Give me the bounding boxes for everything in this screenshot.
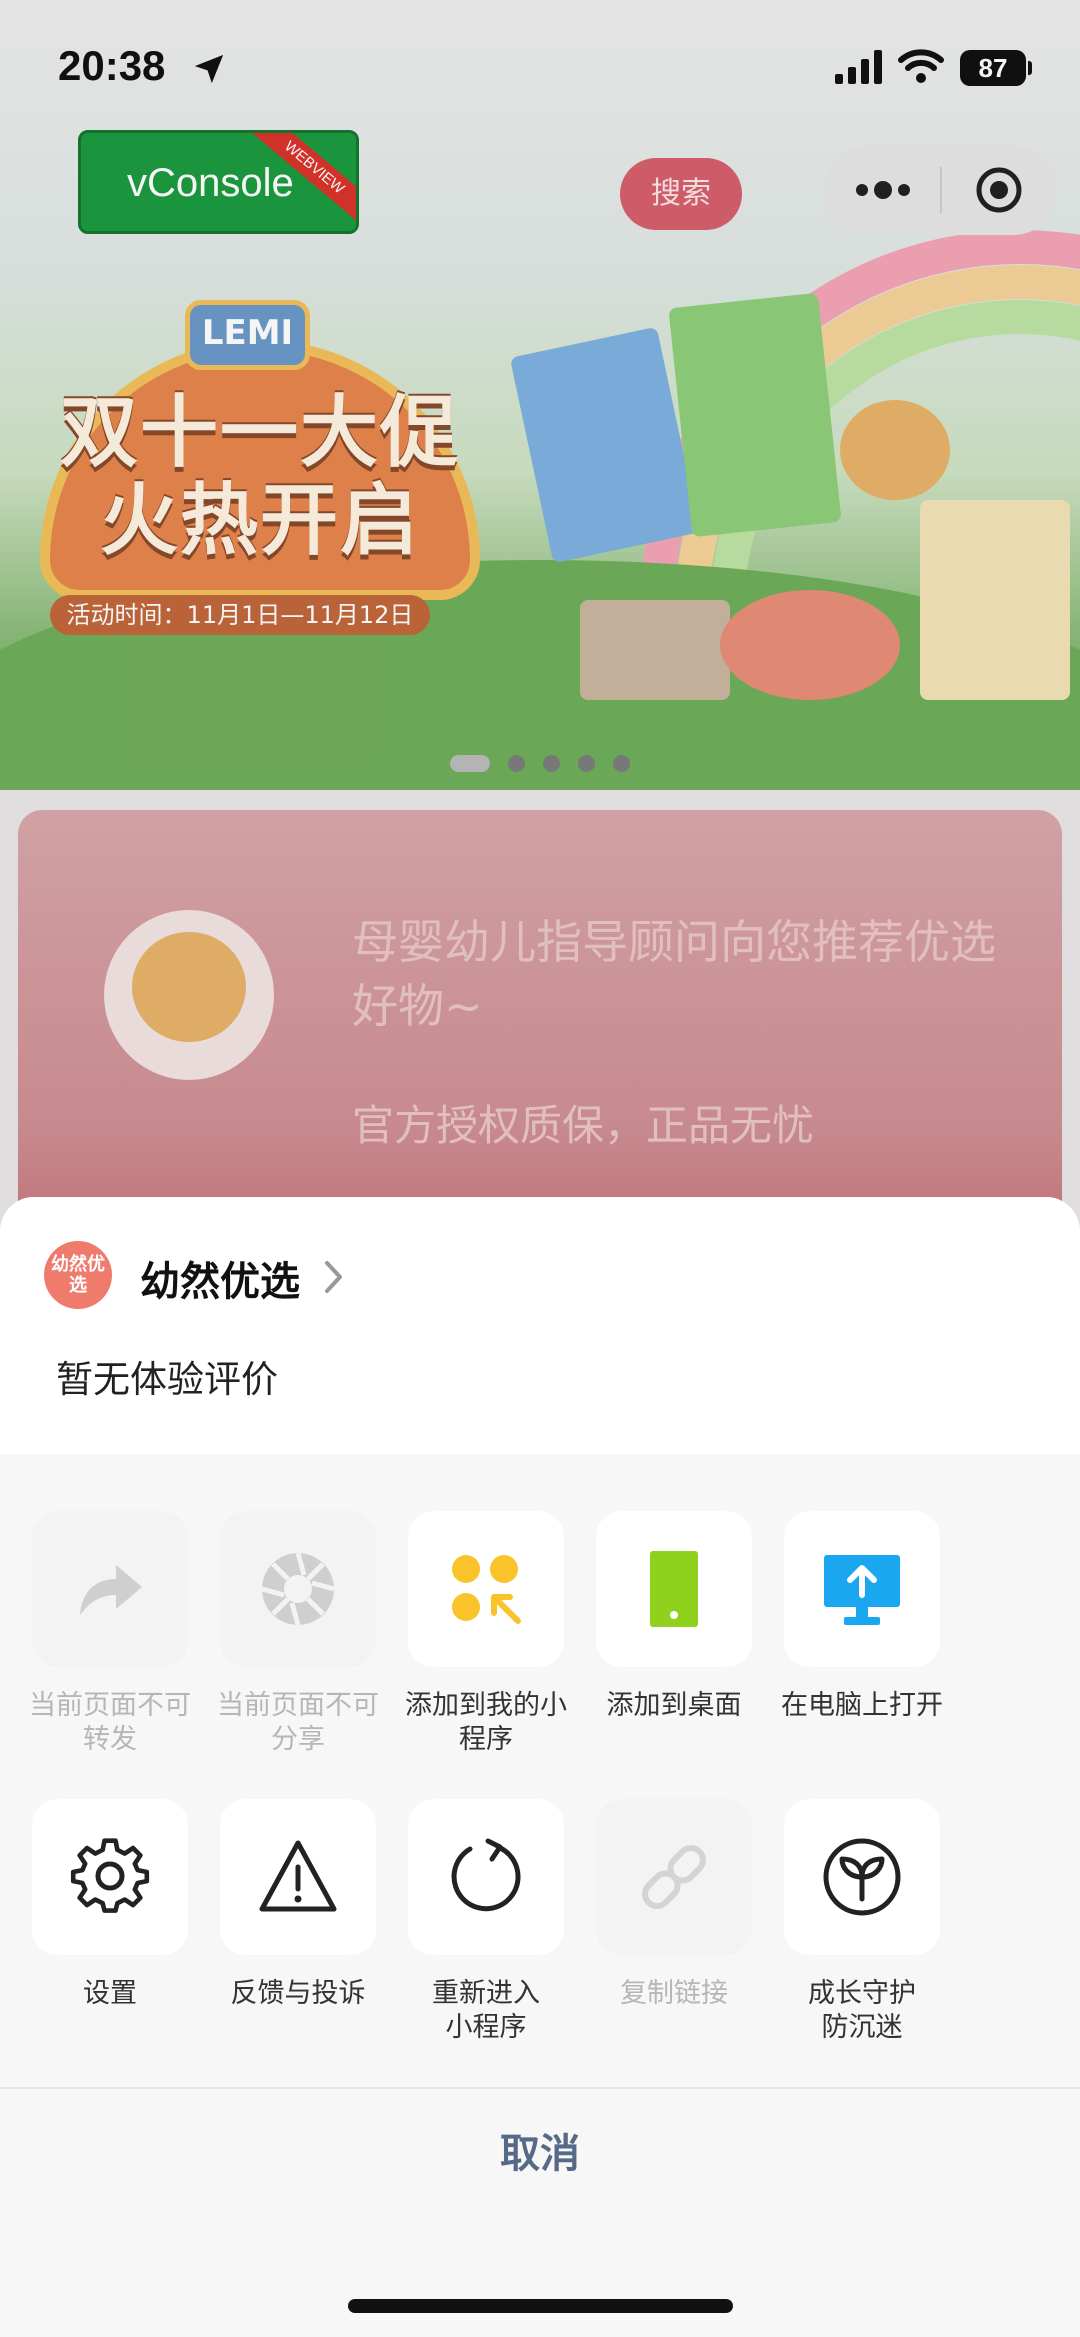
forward-tile[interactable] (32, 1511, 188, 1667)
reload-icon (451, 1838, 521, 1912)
shutter-icon (261, 1552, 335, 1626)
home-indicator[interactable] (348, 2299, 733, 2313)
open-on-pc-tile[interactable] (784, 1511, 940, 1667)
phone-desktop-icon (650, 1551, 698, 1627)
open-on-pc-label: 在电脑上打开 (781, 1690, 943, 1721)
anti-addiction-tile[interactable] (784, 1799, 940, 1955)
warning-icon (259, 1840, 337, 1912)
settings-tile[interactable] (32, 1799, 188, 1955)
monitor-upload-icon (824, 1555, 900, 1625)
mini-program-page: 双十一大促 火热开启 LEMI 活动时间：11月1日—11月12日 母婴幼儿指导… (0, 0, 1080, 1240)
add-mini-program-icon (452, 1555, 521, 1624)
share-tile[interactable] (220, 1511, 376, 1667)
experience-rating: 暂无体验评价 (56, 1358, 278, 1401)
app-name-link[interactable]: 幼然优选 (140, 1249, 300, 1307)
add-mini-program-label: 添加到我的小 程序 (405, 1690, 567, 1755)
gear-icon (70, 1838, 150, 1913)
sheet-header: 幼然优选 幼然优选 暂无体验评价 (0, 1197, 1080, 1454)
link-icon (642, 1845, 706, 1909)
anti-addiction-label: 成长守护 防沉迷 (808, 1978, 916, 2043)
settings-label: 设置 (83, 1978, 137, 2009)
chevron-right-icon[interactable] (322, 1257, 346, 1297)
share-label: 当前页面不可 分享 (217, 1690, 379, 1755)
share-forward-icon (80, 1565, 142, 1615)
cancel-button[interactable]: 取消 (0, 2089, 1080, 2229)
add-to-desktop-tile[interactable] (596, 1511, 752, 1667)
app-logo: 幼然优选 (44, 1241, 112, 1309)
reenter-label: 重新进入 小程序 (432, 1978, 540, 2043)
copy-link-label: 复制链接 (620, 1978, 728, 2009)
feedback-label: 反馈与投诉 (230, 1978, 366, 2009)
reenter-tile[interactable] (408, 1799, 564, 1955)
feedback-tile[interactable] (220, 1799, 376, 1955)
forward-label: 当前页面不可 转发 (29, 1690, 191, 1755)
modal-dim-overlay[interactable] (0, 0, 1080, 1240)
copy-link-tile[interactable] (596, 1799, 752, 1955)
sprout-icon (823, 1838, 901, 1916)
action-sheet: 幼然优选 幼然优选 暂无体验评价 当前页面不可 转发 当前页面不可 分享 添加到… (0, 1197, 1080, 2337)
add-mini-program-tile[interactable] (408, 1511, 564, 1667)
add-to-desktop-label: 添加到桌面 (606, 1690, 742, 1721)
